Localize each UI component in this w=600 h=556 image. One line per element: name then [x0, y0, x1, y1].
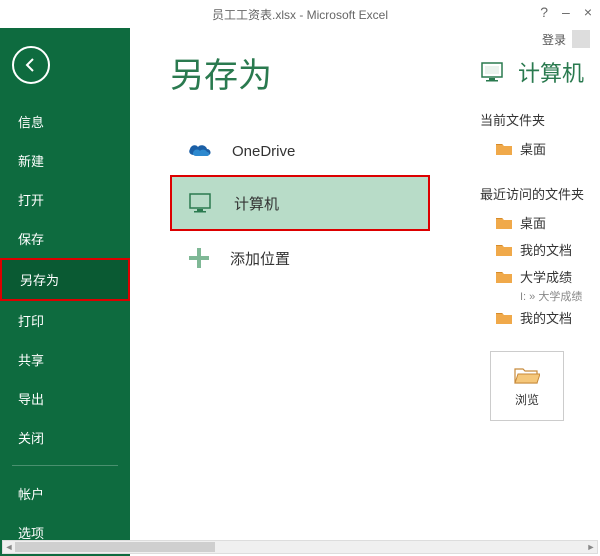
sidebar-item-share[interactable]: 共享 [0, 340, 130, 379]
help-icon[interactable]: ? [540, 4, 548, 20]
login-link[interactable]: 登录 [542, 31, 566, 48]
backstage-sidebar: 信息 新建 打开 保存 另存为 打印 共享 导出 关闭 帐户 选项 [0, 28, 130, 556]
location-label: 计算机 [234, 193, 279, 214]
folder-item[interactable]: 我的文档 [480, 236, 600, 263]
recent-folder-label: 最近访问的文件夹 [480, 184, 600, 203]
folder-item[interactable]: 我的文档 [480, 304, 600, 331]
avatar[interactable] [572, 30, 590, 48]
folder-icon [496, 216, 512, 229]
account-row: 登录 [542, 30, 590, 48]
sidebar-item-account[interactable]: 帐户 [0, 474, 130, 513]
scroll-right-arrow[interactable]: ► [585, 541, 597, 553]
backstage-main: 另存为 OneDrive 计算机 [130, 28, 600, 556]
close-button[interactable]: × [584, 4, 592, 20]
page-title: 另存为 [170, 48, 470, 97]
onedrive-icon [186, 141, 214, 161]
folder-label: 桌面 [520, 139, 546, 158]
location-computer[interactable]: 计算机 [170, 175, 430, 231]
folder-open-icon [514, 365, 540, 385]
arrow-left-icon [22, 56, 40, 74]
location-label: 添加位置 [230, 248, 290, 269]
location-label: OneDrive [232, 143, 295, 160]
sidebar-item-info[interactable]: 信息 [0, 102, 130, 141]
scroll-left-arrow[interactable]: ◄ [3, 541, 15, 553]
folder-label: 大学成绩 [520, 267, 572, 286]
sidebar-separator [12, 465, 118, 466]
sidebar-item-open[interactable]: 打开 [0, 180, 130, 219]
browse-button[interactable]: 浏览 [490, 351, 564, 421]
location-add[interactable]: 添加位置 [170, 231, 430, 285]
folder-icon [496, 270, 512, 283]
sidebar-item-saveas[interactable]: 另存为 [0, 258, 130, 301]
plus-icon [186, 245, 212, 271]
computer-icon [188, 191, 216, 215]
browse-label: 浏览 [515, 391, 539, 408]
folder-label: 桌面 [520, 213, 546, 232]
right-panel: 计算机 当前文件夹 桌面 最近访问的文件夹 桌面 我的文档 [470, 48, 600, 556]
folder-icon [496, 311, 512, 324]
folder-item[interactable]: 大学成绩 [480, 263, 600, 290]
folder-icon [496, 142, 512, 155]
folder-item[interactable]: 桌面 [480, 135, 600, 162]
sidebar-item-export[interactable]: 导出 [0, 379, 130, 418]
folder-icon [496, 243, 512, 256]
sidebar-item-print[interactable]: 打印 [0, 301, 130, 340]
title-bar: 员工工资表.xlsx - Microsoft Excel ? – × [0, 0, 600, 28]
current-folder-label: 当前文件夹 [480, 110, 600, 129]
sidebar-item-save[interactable]: 保存 [0, 219, 130, 258]
right-panel-title: 计算机 [518, 56, 584, 88]
horizontal-scrollbar[interactable]: ◄ ► [2, 540, 598, 554]
scroll-thumb[interactable] [15, 542, 215, 552]
sidebar-item-close[interactable]: 关闭 [0, 418, 130, 457]
folder-label: 我的文档 [520, 308, 572, 327]
computer-icon [480, 60, 508, 84]
sidebar-item-new[interactable]: 新建 [0, 141, 130, 180]
back-button[interactable] [12, 46, 50, 84]
minimize-button[interactable]: – [562, 4, 570, 20]
folder-item[interactable]: 桌面 [480, 209, 600, 236]
window-title: 员工工资表.xlsx - Microsoft Excel [212, 6, 388, 23]
window-controls: ? – × [540, 4, 592, 20]
folder-label: 我的文档 [520, 240, 572, 259]
location-onedrive[interactable]: OneDrive [170, 127, 430, 175]
folder-path: I: » 大学成绩 [480, 288, 600, 304]
